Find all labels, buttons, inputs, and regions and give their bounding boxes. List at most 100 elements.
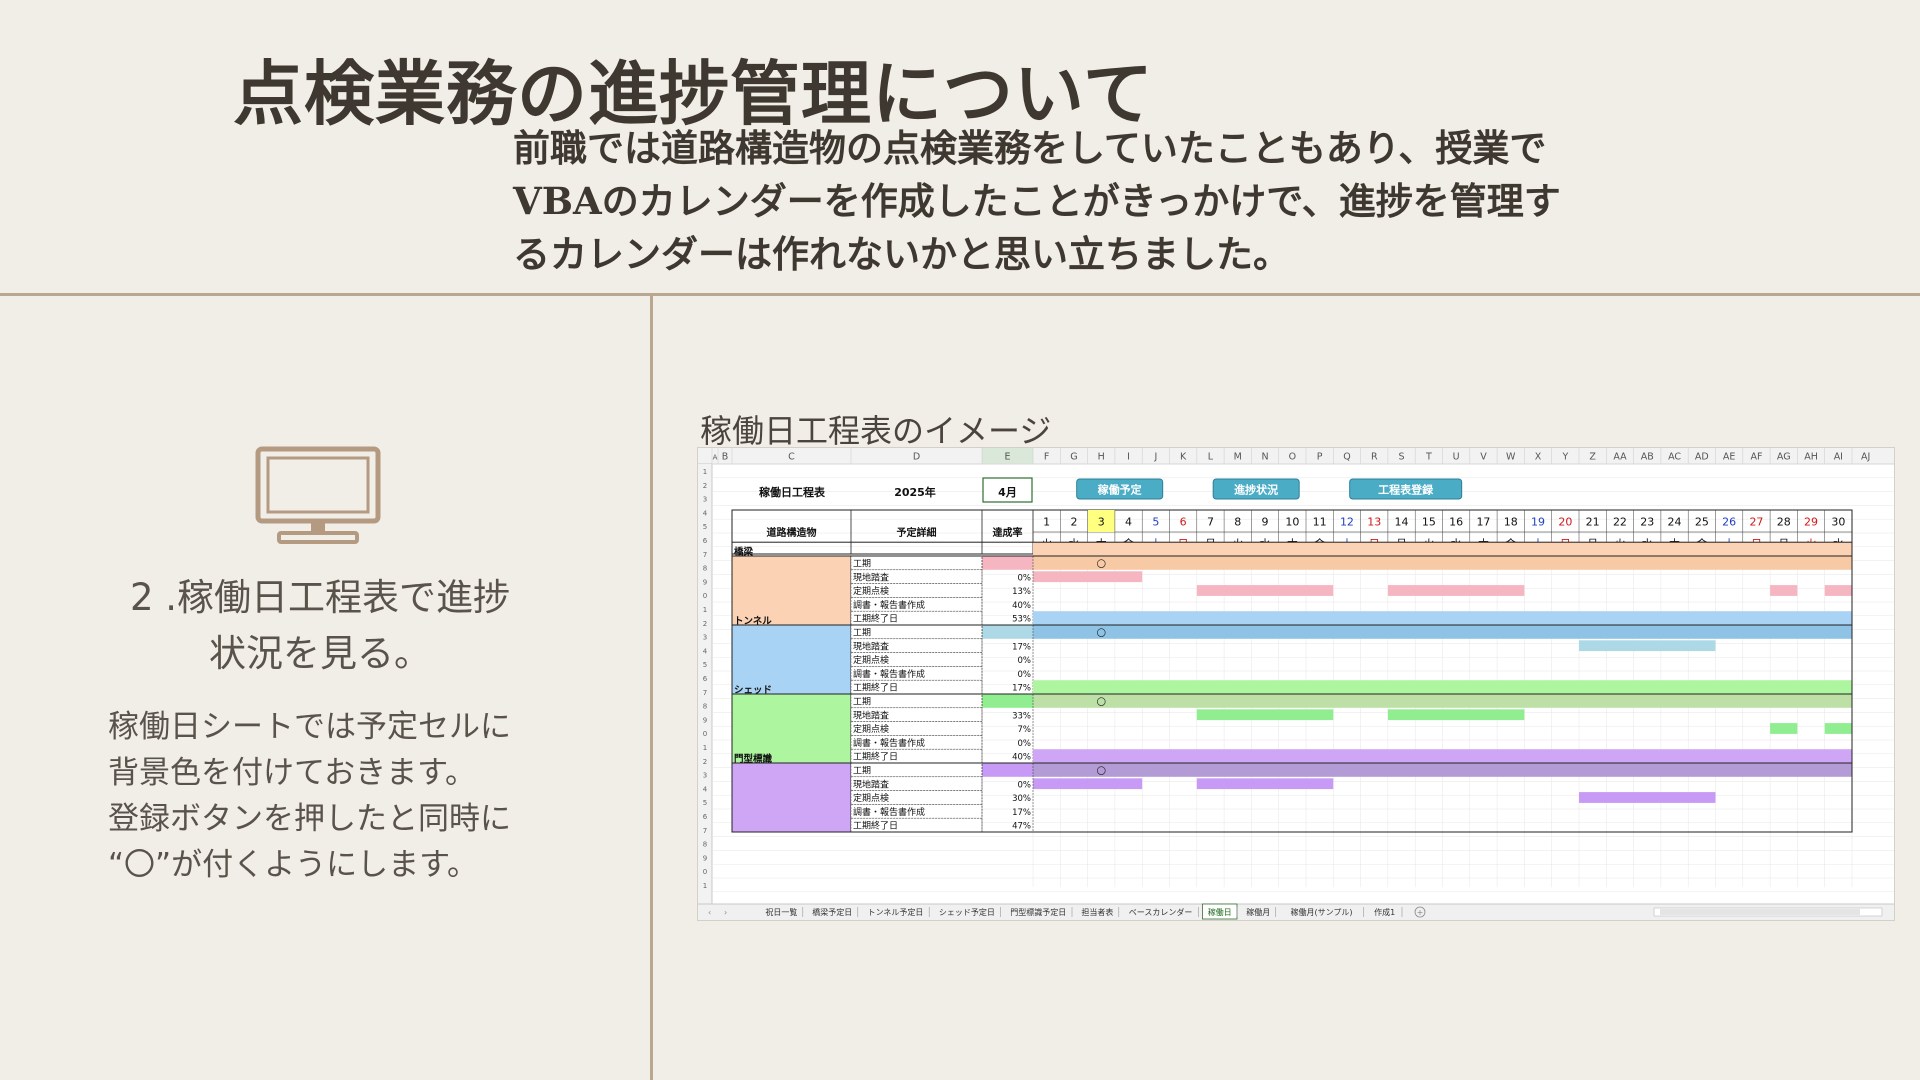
day-number: 13 (1367, 516, 1381, 529)
column-letter: B (722, 452, 729, 463)
day-number: 7 (1207, 516, 1214, 529)
task-bar (1387, 585, 1525, 596)
intro-line: VBAのカレンダーを作成したことがきっかけで、進捗を管理す (513, 179, 1561, 223)
task-label: 定期点検 (853, 792, 889, 804)
column-letter: H (1098, 452, 1105, 463)
day-number: 3 (1098, 516, 1105, 529)
task-rate: 7% (1018, 725, 1032, 735)
task-label: 調書・報告書作成 (853, 806, 925, 818)
add-sheet-plus: + (1417, 908, 1424, 917)
task-bar (1824, 723, 1852, 734)
column-letter: G (1070, 452, 1077, 463)
row-number: 3 (703, 772, 707, 780)
step-description: 稼働日シートでは予定セルに 背景色を付けておきます。 登録ボタンを押したと同時に… (108, 704, 511, 888)
column-letter: U (1453, 452, 1460, 463)
tab-scroll-right-icon: › (724, 908, 727, 917)
row-number: 9 (703, 716, 707, 724)
task-bar (1196, 585, 1334, 596)
row-number: 0 (703, 868, 707, 876)
row-number: 1 (703, 744, 707, 752)
scrollbar-thumb (1660, 909, 1860, 915)
row-number: 2 (703, 620, 707, 628)
sheet-tab: トンネル予定日 (868, 907, 924, 917)
column-letter: Y (1561, 452, 1568, 463)
task-rate: 47% (1012, 822, 1031, 832)
day-number: 20 (1558, 516, 1572, 529)
task-rate: 0% (1018, 656, 1032, 666)
task-bar (1579, 792, 1716, 803)
task-label: 定期点検 (853, 654, 889, 666)
group-cell (731, 762, 852, 833)
day-number: 12 (1340, 516, 1354, 529)
day-number: 8 (1234, 516, 1241, 529)
row-number: 9 (703, 578, 707, 586)
progress-circle: ○ (1096, 695, 1106, 708)
row-number: 5 (703, 523, 707, 531)
task-label: 工期終了日 (853, 820, 898, 832)
sheet-title-label: 稼働日工程表 (759, 485, 826, 499)
task-rate: 0% (1018, 573, 1032, 583)
column-letter: C (788, 452, 795, 463)
task-label: 現地踏査 (853, 778, 889, 790)
row-number: 4 (703, 785, 708, 793)
rate-highlight (982, 556, 1033, 570)
task-rate: 40% (1012, 601, 1031, 611)
group-header-bar (1033, 542, 1852, 556)
column-letter: AE (1723, 452, 1736, 463)
task-rate: 0% (1018, 739, 1032, 749)
image-caption: 稼働日工程表のイメージ (700, 412, 1052, 450)
task-bar (1824, 585, 1852, 596)
column-letter: Z (1589, 452, 1596, 463)
task-label: 調書・報告書作成 (853, 737, 925, 749)
column-letter: AJ (1861, 452, 1870, 463)
monitor-icon (255, 446, 381, 544)
row-number: 1 (703, 882, 707, 890)
desc-line: 背景色を付けておきます。 (108, 755, 476, 791)
day-number: 5 (1152, 516, 1159, 529)
column-letter: AG (1777, 452, 1791, 463)
column-letter: E (1004, 452, 1010, 463)
group-header-bar (1033, 749, 1852, 763)
step-title-line: 状況を見る。 (209, 632, 431, 675)
task-rate: 40% (1012, 753, 1031, 763)
period-bar (1033, 556, 1852, 570)
task-rate: 33% (1012, 711, 1031, 721)
sheet-button-label: 工程表登録 (1378, 483, 1434, 497)
column-letter: D (913, 452, 920, 463)
row-number: 7 (703, 689, 707, 697)
task-label: 調書・報告書作成 (853, 668, 925, 680)
desc-line: 登録ボタンを押したと同時に (108, 801, 511, 837)
column-letter: AF (1750, 452, 1762, 463)
row-number: 6 (703, 537, 708, 545)
task-bar (1770, 585, 1798, 596)
column-letter: I (1127, 452, 1130, 463)
task-rate: 0% (1018, 780, 1032, 790)
task-rate: 17% (1012, 642, 1031, 652)
row-number: 4 (703, 647, 708, 655)
day-number: 29 (1804, 516, 1818, 529)
progress-circle: ○ (1096, 557, 1106, 570)
task-bar (1387, 709, 1525, 721)
sheet-tab: 橋梁予定日 (812, 907, 852, 917)
row-number: 1 (703, 606, 707, 614)
day-number: 16 (1449, 516, 1463, 529)
row-number: 8 (703, 841, 707, 849)
row-number: 0 (703, 730, 707, 738)
task-rate: 30% (1012, 794, 1031, 804)
row-number: 5 (703, 661, 707, 669)
column-letter: K (1180, 452, 1187, 463)
period-bar (1033, 625, 1852, 639)
task-rate: 17% (1012, 808, 1031, 818)
column-letter: A (713, 454, 718, 462)
rate-highlight (982, 694, 1033, 708)
column-letter: Q (1343, 452, 1350, 463)
task-label: 定期点検 (853, 585, 889, 597)
row-number: 3 (703, 634, 707, 642)
task-label: 定期点検 (853, 723, 889, 735)
task-bar (1579, 640, 1716, 652)
day-number: 27 (1749, 516, 1763, 529)
task-rate: 17% (1012, 684, 1031, 694)
task-label: 調書・報告書作成 (853, 599, 925, 611)
day-number: 15 (1422, 516, 1436, 529)
task-label: 現地踏査 (853, 709, 889, 721)
